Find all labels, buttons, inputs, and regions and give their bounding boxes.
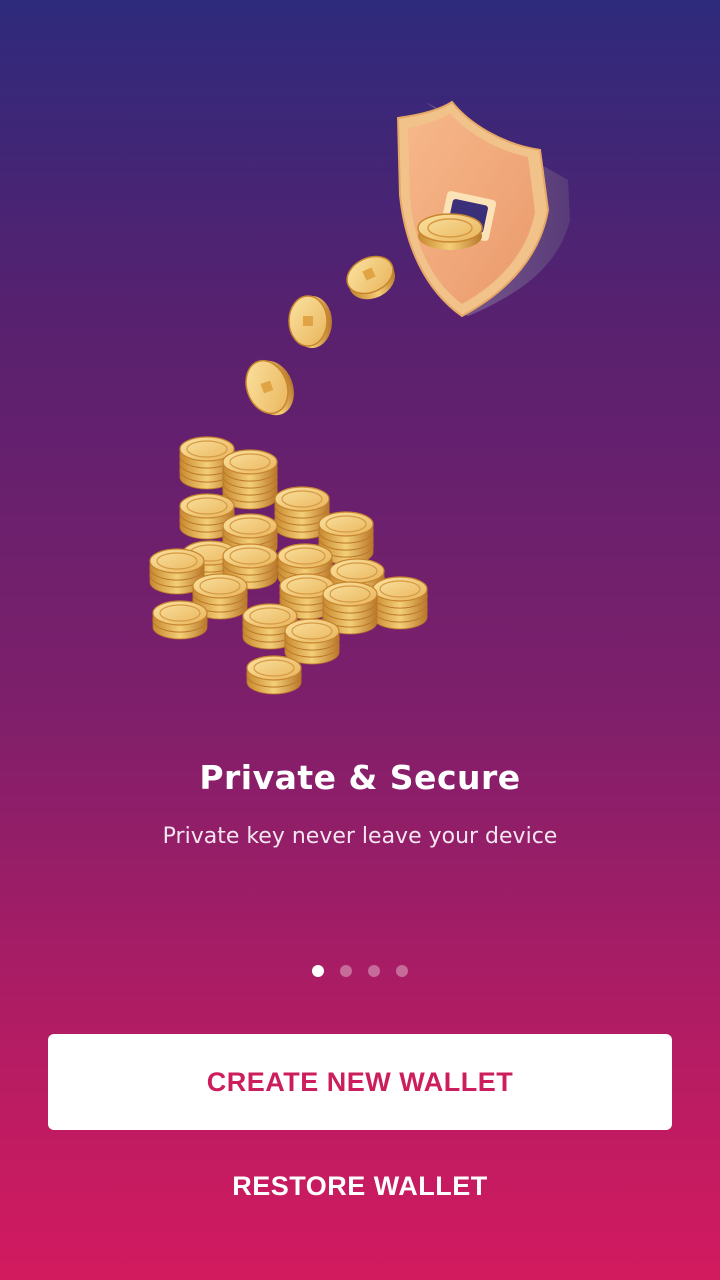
shield-icon xyxy=(396,100,570,318)
page-indicator xyxy=(0,965,720,977)
onboarding-subtitle: Private key never leave your device xyxy=(162,824,558,849)
shield-coins-illustration xyxy=(149,100,570,695)
onboarding-title: Private & Secure xyxy=(199,758,521,797)
page-dot-1[interactable] xyxy=(312,965,324,977)
restore-wallet-button[interactable]: RESTORE WALLET xyxy=(48,1150,672,1222)
page-dot-3[interactable] xyxy=(368,965,380,977)
create-new-wallet-button[interactable]: CREATE NEW WALLET xyxy=(48,1034,672,1130)
page-dot-4[interactable] xyxy=(396,965,408,977)
page-dot-2[interactable] xyxy=(340,965,352,977)
coin-pile-icon xyxy=(149,436,428,695)
